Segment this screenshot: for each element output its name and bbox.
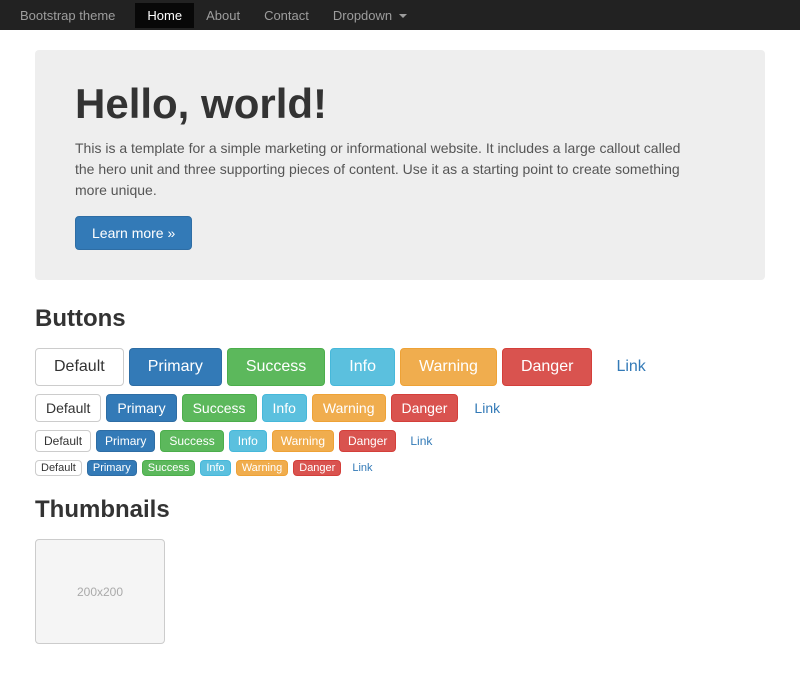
dropdown-caret-icon <box>399 14 407 18</box>
buttons-heading: Buttons <box>35 305 765 333</box>
hero-heading: Hello, world! <box>75 80 725 128</box>
btn-default-md[interactable]: Default <box>35 394 101 422</box>
nav-link-about[interactable]: About <box>194 3 252 28</box>
button-row-xs: Default Primary Success Info Warning Dan… <box>35 460 765 476</box>
btn-warning-lg[interactable]: Warning <box>400 348 497 386</box>
navbar: Bootstrap theme Home About Contact Dropd… <box>0 0 800 30</box>
button-row-md: Default Primary Success Info Warning Dan… <box>35 394 765 422</box>
btn-link-xs[interactable]: Link <box>346 460 378 476</box>
btn-success-md[interactable]: Success <box>182 394 257 422</box>
btn-danger-xs[interactable]: Danger <box>293 460 341 476</box>
hero-cta-button[interactable]: Learn more » <box>75 216 192 250</box>
thumbnails-section: Thumbnails 200x200 <box>35 496 765 644</box>
nav-link-dropdown[interactable]: Dropdown <box>321 3 419 28</box>
btn-primary-sm[interactable]: Primary <box>96 430 155 452</box>
btn-success-lg[interactable]: Success <box>227 348 325 386</box>
nav-item-about[interactable]: About <box>194 3 252 28</box>
btn-info-lg[interactable]: Info <box>330 348 395 386</box>
btn-danger-md[interactable]: Danger <box>391 394 459 422</box>
btn-info-sm[interactable]: Info <box>229 430 267 452</box>
btn-success-sm[interactable]: Success <box>160 430 223 452</box>
button-row-lg: Default Primary Success Info Warning Dan… <box>35 348 765 386</box>
btn-warning-xs[interactable]: Warning <box>236 460 289 476</box>
main-container: Hello, world! This is a template for a s… <box>20 30 780 684</box>
hero-description: This is a template for a simple marketin… <box>75 138 695 201</box>
nav-link-home[interactable]: Home <box>135 3 194 28</box>
button-row-sm: Default Primary Success Info Warning Dan… <box>35 430 765 452</box>
nav-link-contact[interactable]: Contact <box>252 3 321 28</box>
buttons-section: Buttons Default Primary Success Info War… <box>35 305 765 476</box>
jumbotron: Hello, world! This is a template for a s… <box>35 50 765 280</box>
btn-primary-xs[interactable]: Primary <box>87 460 137 476</box>
btn-link-md[interactable]: Link <box>463 394 511 422</box>
btn-default-xs[interactable]: Default <box>35 460 82 476</box>
nav-item-home[interactable]: Home <box>135 3 194 28</box>
navbar-brand[interactable]: Bootstrap theme <box>20 8 115 23</box>
thumbnail-item[interactable]: 200x200 <box>35 539 165 644</box>
thumbnails-heading: Thumbnails <box>35 496 765 524</box>
btn-info-md[interactable]: Info <box>262 394 307 422</box>
btn-default-sm[interactable]: Default <box>35 430 91 452</box>
btn-default-lg[interactable]: Default <box>35 348 124 386</box>
thumbnail-label: 200x200 <box>77 585 123 599</box>
btn-link-lg[interactable]: Link <box>597 348 664 386</box>
navbar-nav: Home About Contact Dropdown <box>135 3 418 28</box>
btn-danger-sm[interactable]: Danger <box>339 430 396 452</box>
btn-warning-sm[interactable]: Warning <box>272 430 334 452</box>
nav-item-contact[interactable]: Contact <box>252 3 321 28</box>
btn-info-xs[interactable]: Info <box>200 460 230 476</box>
btn-primary-lg[interactable]: Primary <box>129 348 222 386</box>
btn-success-xs[interactable]: Success <box>142 460 196 476</box>
btn-danger-lg[interactable]: Danger <box>502 348 592 386</box>
btn-warning-md[interactable]: Warning <box>312 394 386 422</box>
btn-link-sm[interactable]: Link <box>401 430 441 452</box>
btn-primary-md[interactable]: Primary <box>106 394 176 422</box>
nav-item-dropdown[interactable]: Dropdown <box>321 3 419 28</box>
